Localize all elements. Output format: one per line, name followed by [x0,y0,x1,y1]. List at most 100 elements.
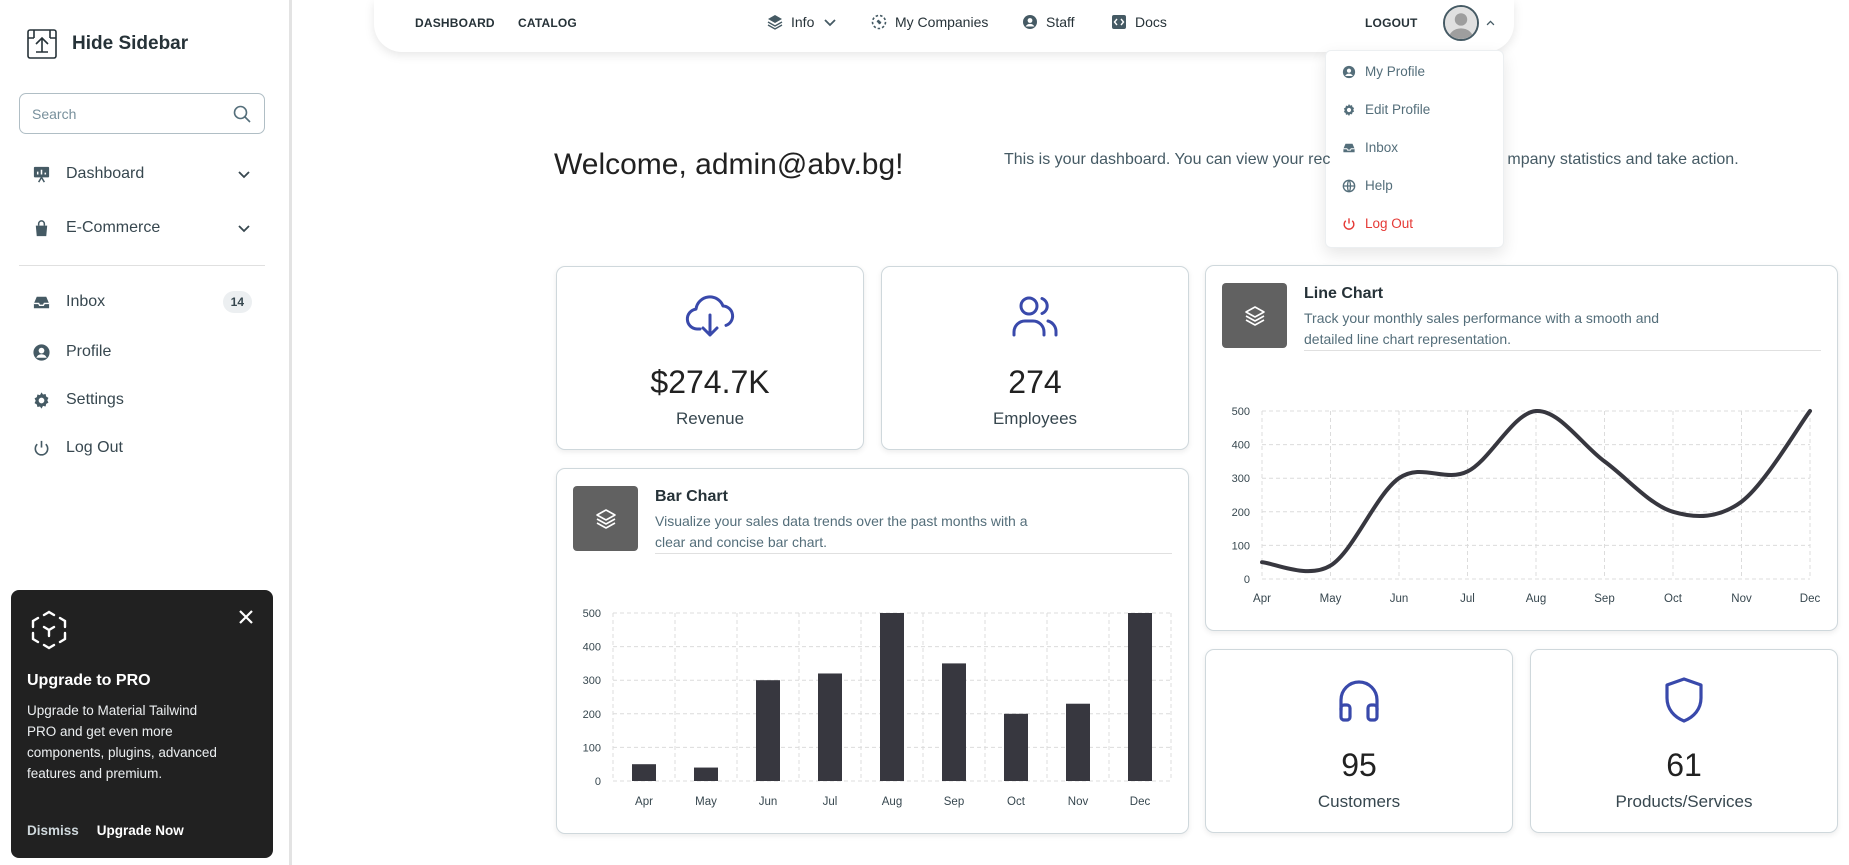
y-tick-label: 200 [1232,507,1250,519]
chevron-up-icon [1486,20,1495,25]
x-tick-label: Jun [1390,593,1409,605]
search-box [19,93,265,134]
x-tick-label: Apr [635,796,653,808]
x-tick-label: Jul [1460,593,1475,605]
chevron-down-icon [824,19,836,27]
nav-staff-label: Staff [1046,14,1075,30]
y-tick-label: 400 [1232,440,1250,452]
user-circle-icon [33,343,50,361]
x-tick-label: May [1320,593,1342,605]
bar-chart-card: Bar Chart Visualize your sales data tren… [556,468,1189,834]
gear-icon [1343,103,1355,116]
dismiss-button[interactable]: Dismiss [27,823,79,838]
sidebar-item-inbox[interactable]: Inbox 14 [19,280,265,324]
power-icon [34,440,49,456]
sidebar-item-label: Log Out [66,439,123,456]
sidebar-item-label: Dashboard [66,165,145,182]
sidebar-item-ecommerce[interactable]: E-Commerce [19,206,265,250]
employees-card: 274 Employees [881,266,1189,450]
upgrade-promo-card: Upgrade to PRO Upgrade to Material Tailw… [11,590,273,858]
stat-value: $274.7K [650,364,770,400]
line-chart-card: Line Chart Track your monthly sales perf… [1205,265,1838,631]
menu-item-my-profile[interactable]: My Profile [1342,64,1425,79]
x-tick-label: Nov [1068,796,1089,808]
profile-menu-button[interactable] [1443,5,1496,41]
promo-text: Upgrade to Material Tailwind PRO and get… [27,703,217,781]
sidebar-item-logout[interactable]: Log Out [19,426,265,470]
x-tick-label: Sep [944,796,964,808]
menu-item-log-out[interactable]: Log Out [1342,216,1413,231]
gear-icon [34,391,49,409]
nav-link-dashboard[interactable]: DASHBOARD [415,16,495,30]
x-tick-label: Aug [882,796,902,808]
sidebar-item-label: Settings [66,391,124,408]
menu-item-edit-profile[interactable]: Edit Profile [1342,102,1430,117]
bar [694,767,718,781]
stat-label: Products/Services [1615,792,1753,811]
sidebar-item-label: E-Commerce [66,219,161,236]
x-tick-label: Nov [1731,593,1752,605]
nav-info-menu[interactable]: Info [767,14,838,30]
x-tick-label: Aug [1526,593,1546,605]
bar [1004,713,1028,781]
x-tick-label: Apr [1253,593,1271,605]
dashboard-subtext: This is your dashboard. You can view you… [1004,151,1739,169]
x-tick-label: May [695,796,717,808]
brand-label: Hide Sidebar [72,33,189,54]
menu-item-label: Log Out [1365,216,1414,231]
bar [756,680,780,781]
nav-companies-label: My Companies [895,14,989,30]
x-tick-label: Dec [1130,796,1151,808]
sidebar-item-label: Inbox [66,293,106,310]
avatar [1443,5,1479,41]
inbox-count-badge: 14 [222,291,252,313]
upgrade-now-button[interactable]: Upgrade Now [97,823,184,838]
nav-my-companies[interactable]: My Companies [871,14,988,30]
nav-link-catalog[interactable]: CATALOG [518,16,577,30]
nav-docs-label: Docs [1135,14,1167,30]
nav-docs[interactable]: Docs [1111,14,1167,30]
sidebar-item-profile[interactable]: Profile [19,330,265,374]
y-tick-label: 100 [1232,540,1250,552]
search-input[interactable] [32,105,232,122]
menu-item-help[interactable]: Help [1342,178,1393,193]
sidebar-item-settings[interactable]: Settings [19,378,265,422]
y-tick-label: 200 [583,709,601,721]
profile-dropdown-menu: My Profile Edit Profile Inbox Help Log O… [1325,50,1504,248]
search-icon[interactable] [232,104,252,124]
bar [1128,613,1152,781]
menu-item-label: Help [1365,178,1393,193]
close-icon[interactable] [237,608,255,626]
default-avatar-icon [1445,7,1477,39]
stat-label: Employees [992,409,1078,428]
x-tick-label: Sep [1594,593,1614,605]
customers-card: 95 Customers [1205,649,1513,833]
y-tick-label: 300 [583,675,601,687]
x-tick-label: Jun [759,796,778,808]
presentation-chart-icon [33,166,50,182]
sidebar-logo-icon [27,29,57,59]
dashed-circle-icon [871,14,887,30]
nav-logout-button[interactable]: LOGOUT [1365,16,1418,30]
bar-chart-plot: 0 100 200 300 400 500 Apr May Jun Jul Aug Sep Oct Nov… [583,608,1172,808]
stat-label: Revenue [675,409,745,428]
x-tick-label: Jul [823,796,838,808]
y-tick-label: 500 [583,608,601,620]
inbox-icon [33,296,50,308]
sidebar-divider [19,265,265,266]
stat-value: 95 [1341,747,1377,783]
menu-item-label: My Profile [1365,64,1426,79]
nav-staff[interactable]: Staff [1022,14,1075,30]
power-icon [1343,217,1355,230]
promo-title: Upgrade to PRO [27,672,151,689]
hide-sidebar-toggle[interactable]: Hide Sidebar [26,28,188,60]
headphones-icon [1339,680,1379,722]
revenue-card: $274.7K Revenue [556,266,864,450]
sidebar-item-dashboard[interactable]: Dashboard [19,152,265,196]
subtext-end: mpany statistics and take action. [1507,151,1739,168]
stat-value: 274 [1008,364,1062,400]
bar [942,663,966,781]
chevron-down-icon [238,225,250,233]
stat-label: Customers [1317,792,1401,811]
y-tick-label: 500 [1232,406,1250,418]
